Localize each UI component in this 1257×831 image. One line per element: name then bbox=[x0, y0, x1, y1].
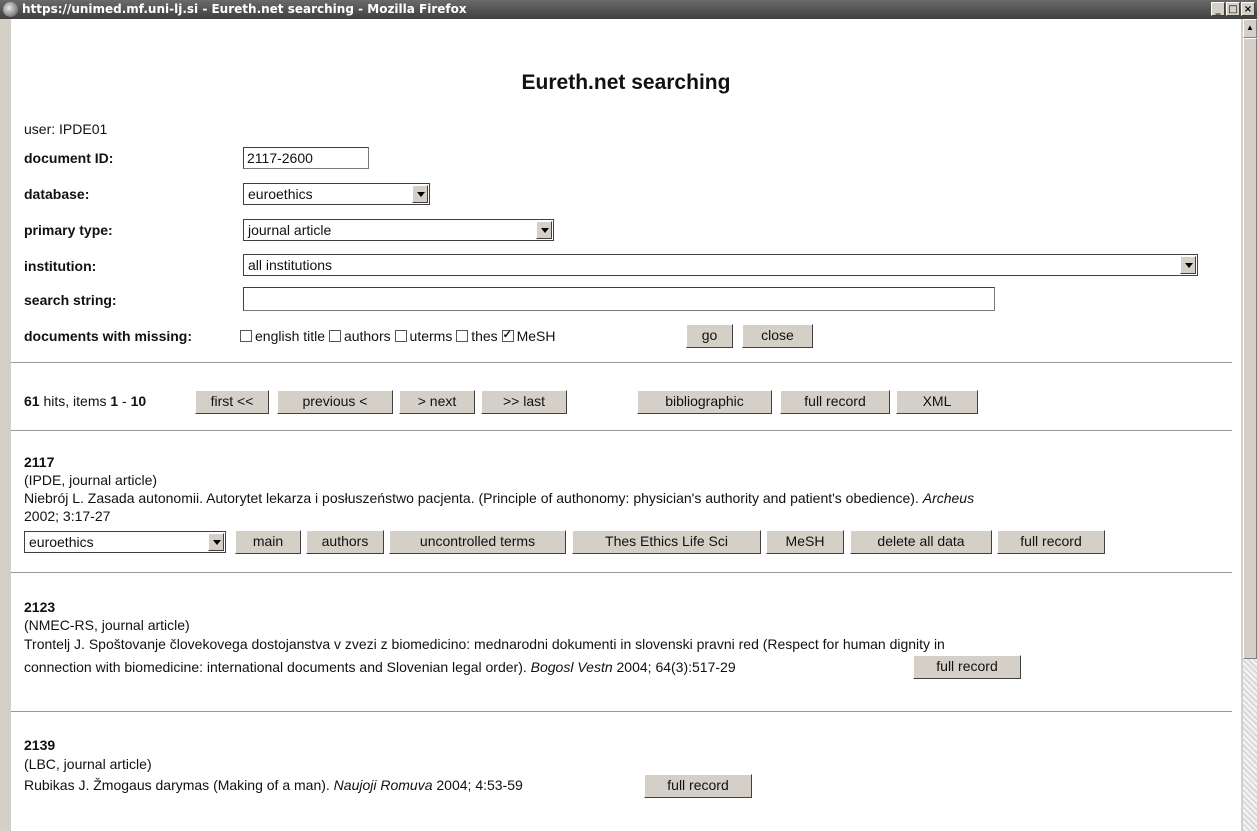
document-id-field[interactable]: 2117-2600 bbox=[243, 147, 369, 169]
authors-button[interactable]: authors bbox=[306, 530, 384, 554]
record-citation-line2: 2002; 3:17-27 bbox=[24, 508, 111, 524]
go-button[interactable]: go bbox=[686, 324, 733, 348]
missing-english-title-option[interactable]: english title bbox=[240, 328, 325, 344]
minimize-button[interactable]: _ bbox=[1211, 2, 1225, 16]
record-id: 2117 bbox=[24, 454, 55, 470]
delete-all-data-button[interactable]: delete all data bbox=[850, 530, 992, 554]
record-citation-line2: connection with biomedicine: internation… bbox=[24, 659, 736, 675]
record-source: (LBC, journal article) bbox=[24, 756, 152, 772]
divider bbox=[11, 430, 1232, 431]
close-button[interactable]: close bbox=[742, 324, 813, 348]
user-label: user: IPDE01 bbox=[24, 121, 108, 137]
record-citation: Rubikas J. Žmogaus darymas (Making of a … bbox=[24, 777, 523, 793]
thes-ethics-button[interactable]: Thes Ethics Life Sci bbox=[572, 530, 761, 554]
firefox-icon bbox=[3, 2, 18, 17]
record-citation-ref: 2004; 4:53-59 bbox=[432, 777, 523, 793]
database-select[interactable]: euroethics bbox=[243, 183, 430, 205]
scroll-up-arrow-icon[interactable]: ▲ bbox=[1243, 19, 1257, 38]
record-citation-text: connection with biomedicine: internation… bbox=[24, 659, 531, 675]
next-page-button[interactable]: > next bbox=[399, 390, 475, 414]
xml-button[interactable]: XML bbox=[896, 390, 978, 414]
primary-type-label: primary type: bbox=[24, 222, 113, 238]
page-title: Eureth.net searching bbox=[521, 71, 731, 94]
uterms-checkbox[interactable] bbox=[394, 330, 407, 342]
divider bbox=[11, 572, 1232, 573]
record-journal: Naujoji Romuva bbox=[333, 777, 433, 793]
range-end: 10 bbox=[130, 393, 147, 409]
full-record-button[interactable]: full record bbox=[913, 655, 1021, 679]
previous-page-button[interactable]: previous < bbox=[277, 390, 393, 414]
authors-checkbox-label: authors bbox=[343, 328, 391, 344]
record-citation: Niebrój L. Zasada autonomii. Autorytet l… bbox=[24, 490, 974, 506]
uterms-checkbox-label: uterms bbox=[409, 328, 453, 344]
thes-checkbox-label: thes bbox=[471, 328, 498, 344]
first-page-button[interactable]: first << bbox=[195, 390, 269, 414]
full-record-button[interactable]: full record bbox=[644, 774, 752, 798]
english-title-checkbox-label: english title bbox=[255, 328, 326, 344]
mesh-checkbox[interactable] bbox=[501, 328, 514, 342]
record-citation-ref: 2004; 64(3):517-29 bbox=[612, 659, 736, 675]
record-id: 2139 bbox=[24, 737, 56, 753]
english-title-checkbox[interactable] bbox=[240, 330, 252, 342]
thes-checkbox[interactable] bbox=[456, 330, 469, 342]
record-journal: Bogosl Vestn bbox=[530, 659, 613, 675]
hits-count: 61 bbox=[24, 393, 40, 409]
chevron-down-icon[interactable] bbox=[208, 533, 224, 551]
record-citation: Trontelj J. Spoštovanje človekovega dost… bbox=[24, 636, 945, 652]
window-titlebar: https://unimed.mf.uni-lj.si - Eureth.net… bbox=[0, 0, 1257, 19]
main-button[interactable]: main bbox=[235, 530, 301, 554]
uncontrolled-terms-button[interactable]: uncontrolled terms bbox=[389, 530, 566, 554]
record-id: 2123 bbox=[24, 599, 56, 615]
last-page-button[interactable]: >> last bbox=[481, 390, 567, 414]
divider bbox=[11, 711, 1232, 712]
bibliographic-button[interactable]: bibliographic bbox=[637, 390, 772, 414]
record-database-select-value: euroethics bbox=[29, 534, 94, 550]
record-citation-text: Niebrój L. Zasada autonomii. Autorytet l… bbox=[24, 490, 923, 506]
hits-text: hits, items bbox=[39, 393, 111, 409]
record-source: (IPDE, journal article) bbox=[24, 472, 158, 488]
primary-type-select-value: journal article bbox=[248, 222, 332, 238]
scrollbar-thumb[interactable] bbox=[1243, 38, 1257, 659]
database-select-value: euroethics bbox=[248, 186, 313, 202]
full-record-button[interactable]: full record bbox=[997, 530, 1105, 554]
record-journal: Archeus bbox=[922, 490, 975, 506]
full-record-view-button[interactable]: full record bbox=[780, 390, 890, 414]
missing-mesh-option[interactable]: MeSH bbox=[501, 328, 556, 344]
missing-authors-option[interactable]: authors bbox=[328, 328, 391, 344]
window-title: https://unimed.mf.uni-lj.si - Eureth.net… bbox=[22, 2, 467, 16]
range-start: 1 bbox=[110, 393, 119, 409]
vertical-scrollbar[interactable] bbox=[1243, 38, 1257, 831]
institution-select[interactable]: all institutions bbox=[243, 254, 1198, 276]
chevron-down-icon[interactable] bbox=[412, 185, 428, 203]
missing-thes-option[interactable]: thes bbox=[456, 328, 498, 344]
institution-label: institution: bbox=[24, 258, 97, 274]
record-citation-text: Rubikas J. Žmogaus darymas (Making of a … bbox=[24, 777, 334, 793]
document-id-label: document ID: bbox=[24, 150, 114, 166]
database-label: database: bbox=[24, 186, 90, 202]
missing-uterms-option[interactable]: uterms bbox=[394, 328, 453, 344]
mesh-checkbox-label: MeSH bbox=[516, 328, 556, 344]
close-window-button[interactable]: × bbox=[1241, 2, 1255, 16]
divider bbox=[11, 362, 1232, 363]
page-content: Eureth.net searching user: IPDE01 docume… bbox=[11, 19, 1241, 831]
authors-checkbox[interactable] bbox=[328, 330, 341, 342]
primary-type-select[interactable]: journal article bbox=[243, 219, 554, 241]
institution-select-value: all institutions bbox=[248, 257, 333, 273]
maximize-button[interactable]: □ bbox=[1226, 2, 1240, 16]
range-sep: - bbox=[118, 393, 131, 409]
search-string-label: search string: bbox=[24, 292, 117, 308]
record-database-select[interactable]: euroethics bbox=[24, 531, 226, 553]
missing-label: documents with missing: bbox=[24, 328, 193, 344]
missing-options: english title authors uterms thes MeSH bbox=[240, 328, 555, 344]
chevron-down-icon[interactable] bbox=[536, 221, 552, 239]
record-source: (NMEC-RS, journal article) bbox=[24, 617, 190, 633]
hits-summary: 61 hits, items 1 - 10 bbox=[24, 393, 146, 409]
chevron-down-icon[interactable] bbox=[1180, 256, 1196, 274]
mesh-button[interactable]: MeSH bbox=[766, 530, 844, 554]
search-string-input[interactable] bbox=[243, 287, 995, 311]
